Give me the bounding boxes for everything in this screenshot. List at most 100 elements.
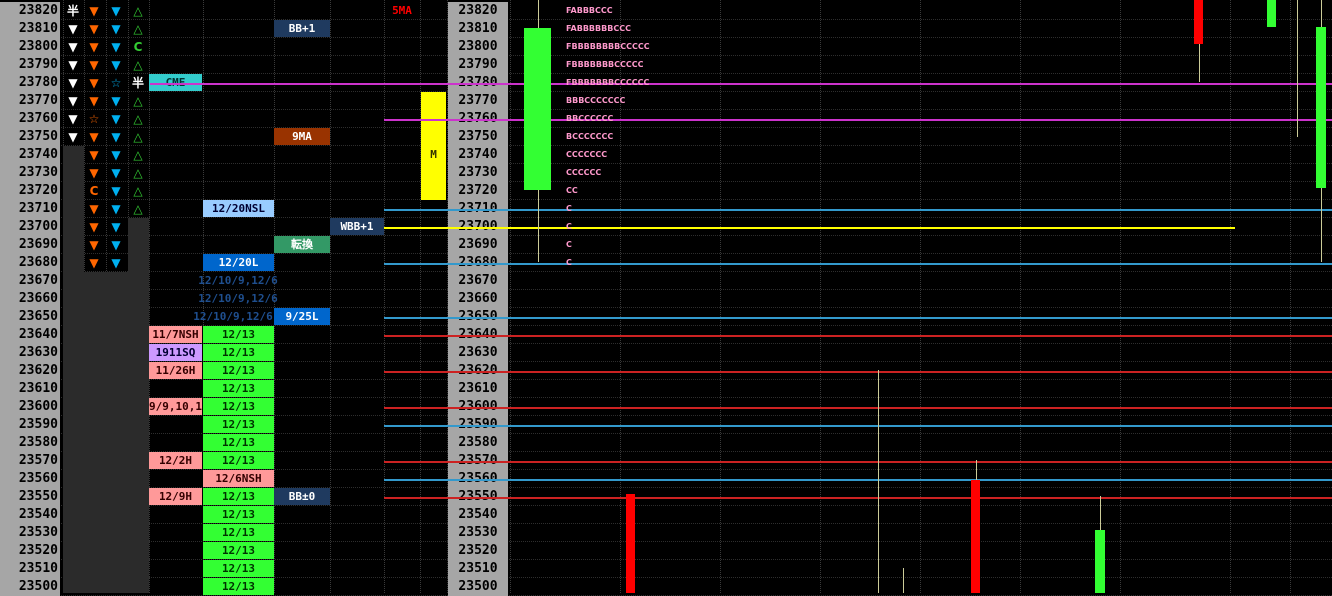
col3-marker-icon: ▼ [111,58,121,72]
col3-marker-icon: ▼ [111,112,121,126]
tpo-letters: C [566,240,572,249]
col4-marker-icon: △ [133,22,143,36]
col3-marker-icon: ▼ [111,130,121,144]
green-candle [524,28,551,190]
green-candle [1316,27,1326,188]
nine-ma-label: 9MA [274,128,330,145]
col1-marker-icon: ▼ [68,112,78,126]
price-label-middle: 23510 [448,560,508,578]
tpo-letters: CCCCCCC [566,150,608,159]
col4-marker-icon: △ [133,4,143,18]
grid-hline [0,577,1332,578]
grid-hline [0,163,1332,164]
red-candle [1194,0,1203,44]
price-label-left: 23520 [0,542,60,560]
col2-marker-icon: ▼ [89,4,99,18]
date-1213-cell: 12/13 [203,524,274,541]
col1-marker-icon: ▼ [68,130,78,144]
col2-marker-icon: ▼ [89,202,99,216]
date-1213-cell: 12/13 [203,542,274,559]
multi-date-label-4: 9/9,10,1 [149,398,202,415]
grid-hline [0,415,1332,416]
price-label-middle: 23670 [448,272,508,290]
price-label-left: 23600 [0,398,60,416]
date-1213-cell: 12/13 [203,362,274,379]
col4-marker-icon: △ [133,166,143,180]
col3-marker-icon: ▼ [111,40,121,54]
price-label-middle: 23500 [448,578,508,596]
l-925-label: 9/25L [274,308,330,325]
tpo-letters: FABBBCCC [566,6,613,15]
tpo-letters: C [566,222,572,231]
grid-hline [0,199,1332,200]
m-marker: M [430,148,437,161]
wbb-plus1-label: WBB+1 [330,218,384,235]
price-label-middle: 23790 [448,56,508,74]
price-label-left: 23810 [0,20,60,38]
l-1220-label: 12/20L [203,254,274,271]
price-label-middle: 23740 [448,146,508,164]
multi-date-label-2: 12/10/9,12/6 [198,292,278,305]
red-line [384,461,1332,463]
market-profile-chart: 23820 23820 23810 23810 23800 23800 23790 23790… [0,0,1332,596]
col3-marker-icon: ▼ [111,220,121,234]
price-label-left: 23730 [0,164,60,182]
price-label-left: 23620 [0,362,60,380]
col2-marker-icon: ▼ [89,220,99,234]
tpo-letters: BCCCCCCC [566,132,614,141]
tpo-letters: CCCCCC [566,168,602,177]
price-label-left: 23820 [0,2,60,20]
grid-hline [0,505,1332,506]
price-label-left: 23770 [0,92,60,110]
col3-marker-icon: ▼ [111,202,121,216]
price-label-middle: 23580 [448,434,508,452]
magenta-line [150,83,1332,85]
h-129-label: 12/9H [149,488,202,505]
date-1213-cell: 12/13 [203,488,274,505]
col3-marker-icon: ☆ [110,76,122,90]
price-label-middle: 23690 [448,236,508,254]
grid-hline [0,55,1332,56]
price-label-middle: 23610 [448,380,508,398]
col3-marker-icon: ▼ [111,238,121,252]
price-label-middle: 23530 [448,524,508,542]
price-label-left: 23550 [0,488,60,506]
price-label-left: 23670 [0,272,60,290]
date-1213-cell: 12/13 [203,398,274,415]
price-label-middle: 23750 [448,128,508,146]
price-label-left: 23640 [0,326,60,344]
col2-marker-icon: ☆ [88,112,100,126]
col1-marker-icon: ▼ [68,22,78,36]
col3-marker-icon: ▼ [111,184,121,198]
price-label-left: 23630 [0,344,60,362]
price-label-left: 23560 [0,470,60,488]
grid-hline [0,127,1332,128]
nsh-126-label: 12/6NSH [203,470,274,487]
tpo-letters: CC [566,186,578,195]
col4-marker-icon: △ [133,148,143,162]
col4-marker-icon: △ [133,94,143,108]
col4-marker-icon: 半 [131,76,144,90]
symbol-column-bg [106,272,128,593]
price-label-left: 23680 [0,254,60,272]
price-label-left: 23570 [0,452,60,470]
col3-marker-icon: ▼ [111,22,121,36]
col2-marker-icon: C [89,184,99,198]
tpo-letters: FBBBBBBBCCCCC [566,60,644,69]
grid-hline [0,541,1332,542]
green-candle [1095,530,1105,593]
price-label-left: 23720 [0,182,60,200]
multi-date-label-3: 12/10/9,12/6 [193,310,273,323]
date-1213-cell: 12/13 [203,452,274,469]
red-line [384,407,1332,409]
grid-hline [0,145,1332,146]
red-line [384,497,1332,499]
grid-hline [0,181,1332,182]
nsl-1220-label: 12/20NSL [203,200,274,217]
h-122-label: 12/2H [149,452,202,469]
col3-marker-icon: ▼ [111,4,121,18]
date-1213-cell: 12/13 [203,434,274,451]
price-label-middle: 23770 [448,92,508,110]
col4-marker-icon: C [133,40,143,54]
tpo-letters: BBCCCCCC [566,114,614,123]
